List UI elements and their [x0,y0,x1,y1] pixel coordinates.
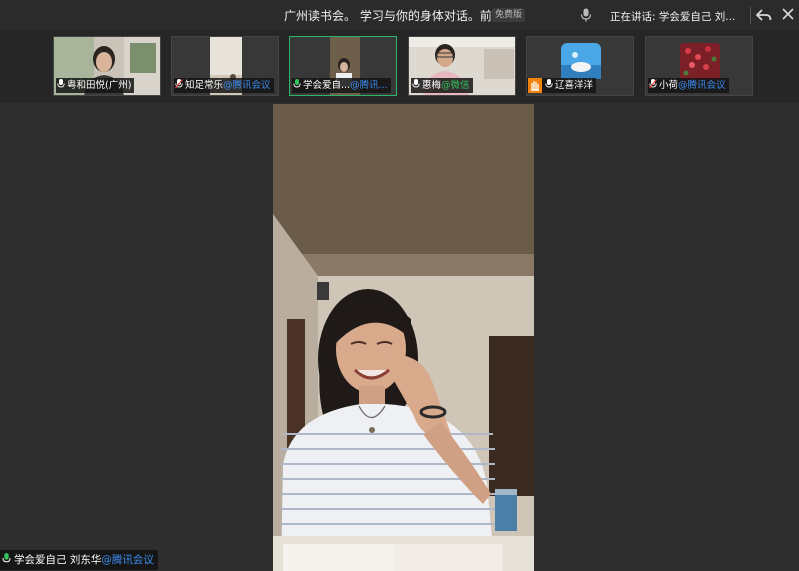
main-speaker-name: 学会爱自己 刘东华 [14,554,102,566]
participant-tile[interactable]: 辽喜洋洋 [526,36,634,96]
microphone-icon [57,79,65,88]
participant-source: @腾讯... [350,80,388,91]
hand-raise-icon [528,78,542,93]
participant-tile[interactable]: 知足常乐@腾讯会议 [171,36,279,96]
microphone-muted-icon [649,79,657,89]
participant-tile[interactable]: 粤和田悦(广州) [53,36,161,96]
main-speaker-video[interactable] [273,104,534,571]
participant-tile-active[interactable]: 学会爱自...@腾讯... [289,36,397,96]
return-arrow-icon[interactable] [755,6,773,24]
participant-source: @腾讯会议 [223,80,271,91]
participant-source: @腾讯会议 [678,80,726,91]
main-speaker-label: 学会爱自己 刘东华@腾讯会议 [0,550,158,570]
microphone-muted-icon [175,79,183,89]
participant-thumbnail-strip: 粤和田悦(广州) 知足常乐@腾讯会议 学会爱自...@腾讯... 惠梅@微信 辽… [0,31,799,103]
participant-label: 辽喜洋洋 [527,78,597,93]
microphone-icon [412,79,420,88]
microphone-icon [2,553,11,563]
microphone-icon[interactable] [580,8,592,22]
participant-name: 粤和田悦(广州) [67,80,132,91]
participant-tile[interactable]: 小荷@腾讯会议 [645,36,753,96]
free-version-badge: 免费版 [492,8,526,22]
participant-name: 学会爱自... [303,80,351,91]
participant-label: 惠梅@微信 [411,78,473,93]
main-speaker-source: @腾讯会议 [101,554,154,566]
participant-label: 粤和田悦(广州) [56,78,135,93]
participant-name: 惠梅 [422,80,442,91]
participant-name: 小荷 [659,80,679,91]
close-icon[interactable] [780,6,796,22]
speaker-video-frame [273,104,534,571]
speaking-indicator: 正在讲话: 学会爱自己 刘... [610,9,735,24]
speaking-prefix: 正在讲话: [610,11,659,23]
speaking-name: 学会爱自己 刘... [658,11,736,23]
title-bar: 广州读书会。 学习与你的身体对话。前言 免费版 正在讲话: 学会爱自己 刘... [0,0,799,31]
participant-label: 学会爱自...@腾讯... [292,78,391,93]
titlebar-divider [750,7,751,24]
participant-source: @微信 [441,80,470,91]
participant-tile[interactable]: 惠梅@微信 [408,36,516,96]
participant-label: 小荷@腾讯会议 [648,78,729,93]
microphone-icon [293,79,301,88]
microphone-icon [545,79,553,88]
participant-name: 辽喜洋洋 [555,80,594,91]
meeting-title: 广州读书会。 学习与你的身体对话。前言 [284,9,504,23]
participant-name: 知足常乐 [185,80,224,91]
participant-label: 知足常乐@腾讯会议 [174,78,274,93]
